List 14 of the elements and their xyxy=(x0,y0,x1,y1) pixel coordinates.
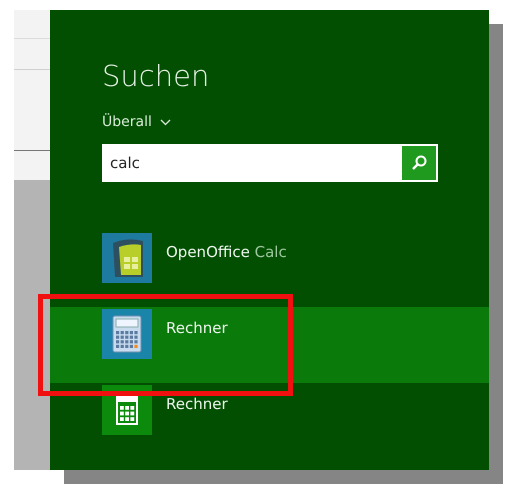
result-label: Rechner xyxy=(166,319,228,337)
search-field[interactable]: calc xyxy=(102,144,400,182)
search-result[interactable]: Rechner xyxy=(50,383,489,459)
calculator-icon xyxy=(112,315,142,353)
result-label: Rechner xyxy=(166,395,228,413)
search-icon xyxy=(411,155,427,171)
result-label: OpenOffice Calc xyxy=(166,243,287,261)
search-button[interactable] xyxy=(400,144,438,182)
scope-dropdown[interactable]: Überall xyxy=(102,114,171,130)
search-result[interactable]: OpenOffice Calc xyxy=(50,231,489,307)
pane-title: Suchen xyxy=(102,58,210,94)
chevron-icon xyxy=(160,118,171,126)
calculator-icon xyxy=(116,395,138,425)
search-result[interactable]: Rechner xyxy=(50,307,489,383)
